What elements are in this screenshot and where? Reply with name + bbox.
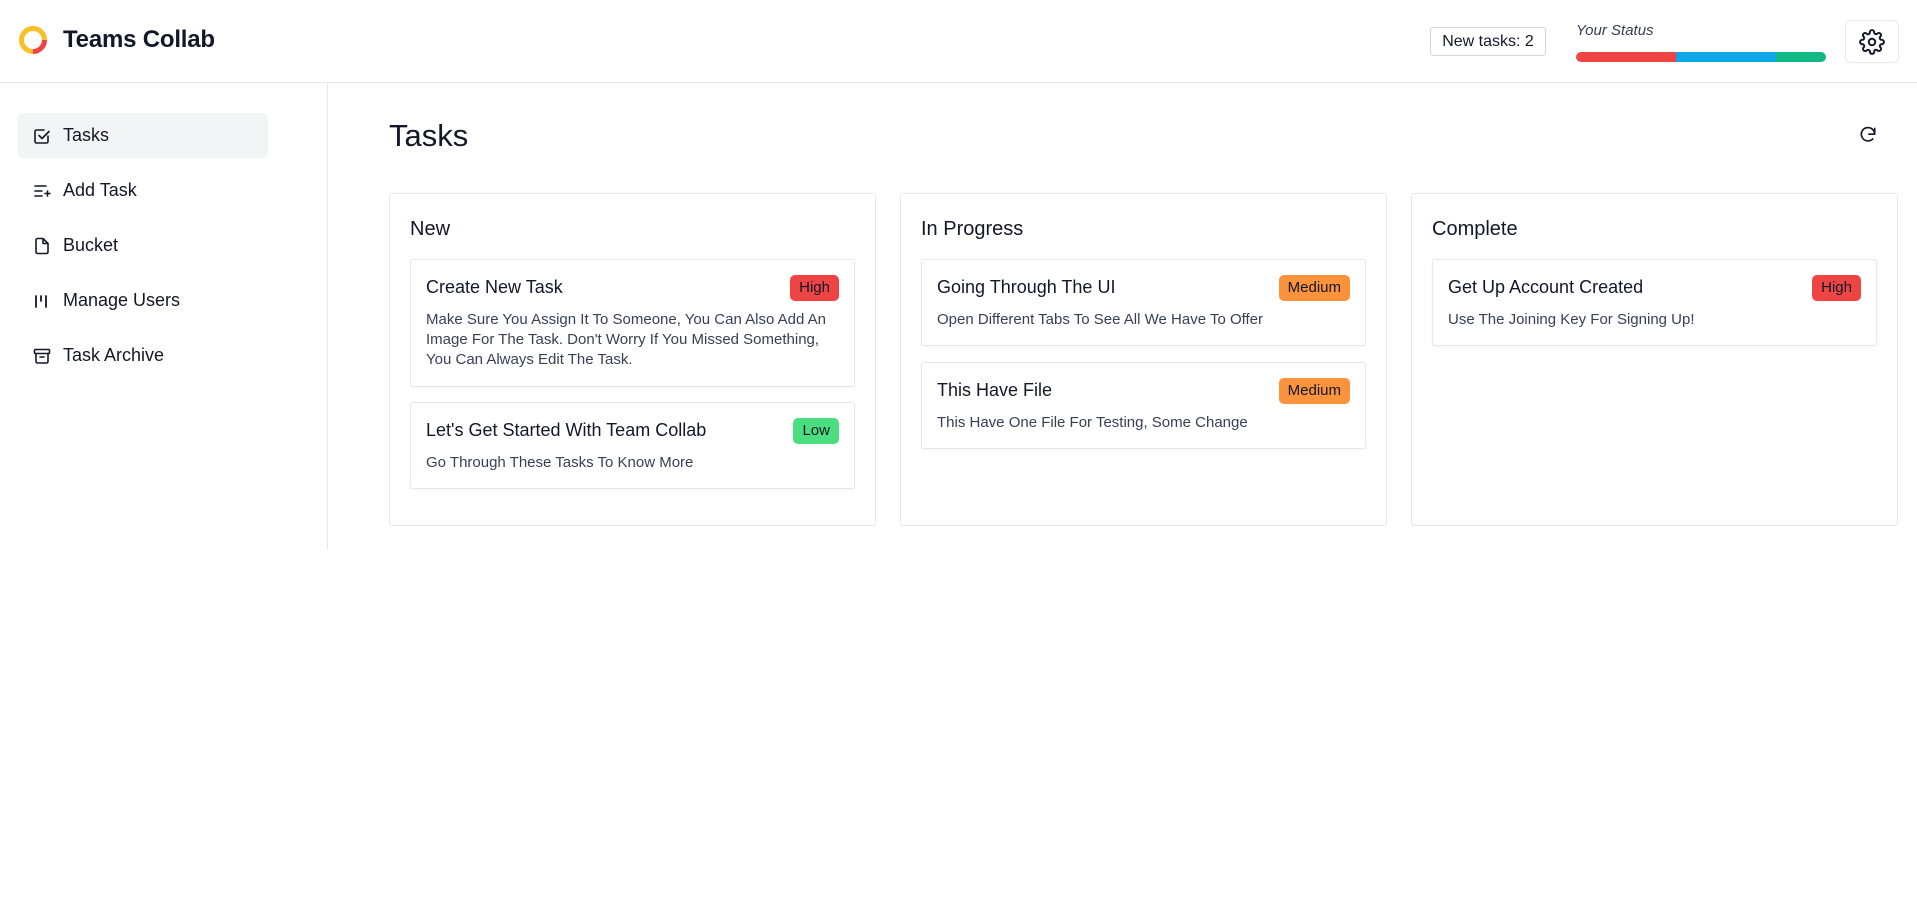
task-title: Going Through The UI xyxy=(937,277,1116,297)
task-title: Create New Task xyxy=(426,277,563,297)
task-description: Make Sure You Assign It To Someone, You … xyxy=(426,311,827,368)
archive-icon xyxy=(33,347,51,365)
new-tasks-badge[interactable]: New tasks: 2 xyxy=(1430,27,1546,56)
sidebar-item-label: Task Archive xyxy=(63,345,165,365)
status-segment xyxy=(1576,52,1676,62)
app-name: Teams Collab xyxy=(63,26,215,53)
sidebar-item-add-task[interactable]: Add Task xyxy=(17,168,268,213)
task-card[interactable]: Get Up Account Created High Use The Join… xyxy=(1432,259,1877,346)
page-title: Tasks xyxy=(389,118,469,153)
column-new: New Create New Task High Make Sure You A… xyxy=(389,193,876,526)
sidebar-item-bucket[interactable]: Bucket xyxy=(17,223,268,268)
user-status: Your Status xyxy=(1576,22,1826,62)
priority-badge: Low xyxy=(793,418,839,444)
task-title: This Have File xyxy=(937,380,1053,400)
task-description: Open Different Tabs To See All We Have T… xyxy=(937,311,1264,328)
refresh-button[interactable] xyxy=(1855,122,1881,148)
priority-badge: Medium xyxy=(1278,378,1350,404)
task-title: Let's Get Started With Team Collab xyxy=(426,420,707,440)
column-complete: Complete Get Up Account Created High Use… xyxy=(1411,193,1898,526)
task-description: This Have One File For Testing, Some Cha… xyxy=(937,414,1248,431)
column-title: Complete xyxy=(1432,218,1518,240)
priority-badge: High xyxy=(790,275,839,301)
column-title: New xyxy=(410,218,451,240)
sidebar-item-label: Tasks xyxy=(63,125,110,145)
status-segment xyxy=(1676,52,1776,62)
sidebar: Tasks Add Task Bucket Manage Users Task … xyxy=(0,84,328,550)
file-icon xyxy=(33,237,51,255)
gear-icon xyxy=(1859,28,1885,55)
task-card[interactable]: Let's Get Started With Team Collab Low G… xyxy=(410,402,855,489)
sidebar-item-manage-users[interactable]: Manage Users xyxy=(17,278,268,323)
task-card[interactable]: Create New Task High Make Sure You Assig… xyxy=(410,259,855,387)
column-title: In Progress xyxy=(921,218,1024,240)
column-in-progress: In Progress Going Through The UI Medium … xyxy=(900,193,1387,526)
task-title: Get Up Account Created xyxy=(1448,277,1644,297)
refresh-icon xyxy=(1860,126,1876,142)
status-bar xyxy=(1576,52,1826,62)
top-header: Teams Collab New tasks: 2 Your Status xyxy=(0,0,1917,83)
sidebar-item-label: Add Task xyxy=(63,180,137,200)
task-description: Go Through These Tasks To Know More xyxy=(426,454,694,471)
users-bars-icon xyxy=(33,292,51,310)
brand[interactable]: Teams Collab xyxy=(17,24,215,56)
app-logo-icon xyxy=(19,26,47,54)
sidebar-item-tasks[interactable]: Tasks xyxy=(17,113,268,158)
sidebar-item-label: Manage Users xyxy=(63,290,181,310)
sidebar-item-label: Bucket xyxy=(63,235,119,255)
task-description: Use The Joining Key For Signing Up! xyxy=(1448,311,1695,328)
status-segment xyxy=(1776,52,1826,62)
task-card[interactable]: Going Through The UI Medium Open Differe… xyxy=(921,259,1366,346)
priority-badge: High xyxy=(1812,275,1861,301)
list-add-icon xyxy=(33,182,51,200)
task-card[interactable]: This Have File Medium This Have One File… xyxy=(921,362,1366,449)
checkbox-icon xyxy=(33,127,51,145)
status-label: Your Status xyxy=(1576,22,1654,39)
sidebar-item-task-archive[interactable]: Task Archive xyxy=(17,333,268,378)
priority-badge: Medium xyxy=(1278,275,1350,301)
settings-button[interactable] xyxy=(1845,20,1899,63)
